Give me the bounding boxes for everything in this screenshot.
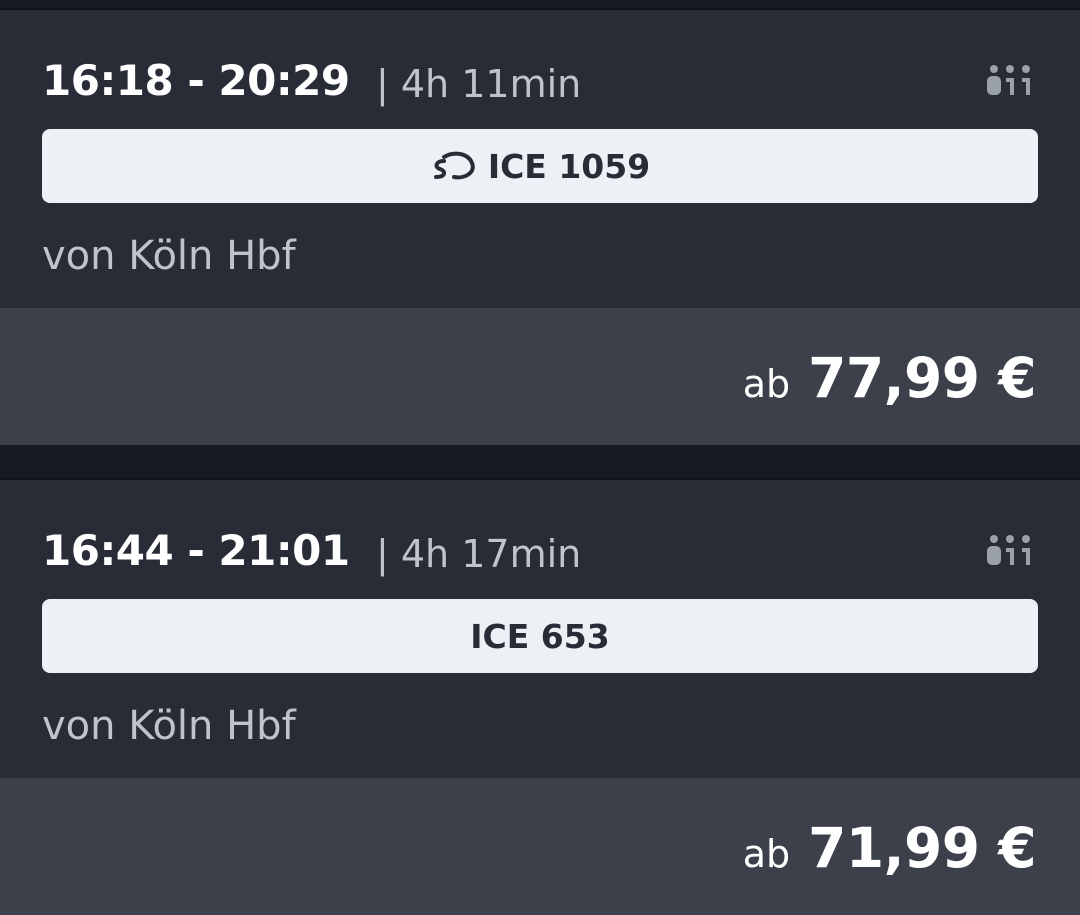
origin-station: von Köln Hbf (42, 233, 296, 279)
connection-card[interactable]: 16:18 - 20:29 | 4h 11min ICE 1059 von Kö… (0, 10, 1080, 445)
price-section[interactable]: ab 77,99 € (0, 308, 1080, 445)
departure-arrival-times: 16:44 - 21:01 (42, 526, 350, 575)
price-section[interactable]: ab 71,99 € (0, 778, 1080, 915)
occupancy-people-icon[interactable] (986, 534, 1034, 566)
travel-duration: | 4h 17min (376, 532, 582, 576)
price: ab 77,99 € (742, 346, 1037, 410)
sprinter-icon (433, 151, 475, 180)
origin-station: von Köln Hbf (42, 703, 296, 749)
train-button[interactable]: ICE 1059 (42, 129, 1038, 203)
train-button[interactable]: ICE 653 (42, 599, 1038, 673)
price-prefix: ab (742, 832, 791, 876)
connection-details[interactable]: 16:44 - 21:01 | 4h 17min ICE 653 von Köl… (0, 480, 1080, 778)
occupancy-people-icon[interactable] (986, 64, 1034, 96)
price: ab 71,99 € (742, 816, 1037, 880)
price-value: 71,99 € (808, 816, 1036, 880)
connection-details[interactable]: 16:18 - 20:29 | 4h 11min ICE 1059 von Kö… (0, 10, 1080, 308)
connection-card[interactable]: 16:44 - 21:01 | 4h 17min ICE 653 von Köl… (0, 480, 1080, 915)
price-prefix: ab (742, 362, 791, 406)
train-name: ICE 1059 (487, 146, 651, 186)
train-name: ICE 653 (470, 616, 610, 656)
price-value: 77,99 € (808, 346, 1036, 410)
departure-arrival-times: 16:18 - 20:29 (42, 56, 350, 105)
travel-duration: | 4h 11min (376, 62, 582, 106)
